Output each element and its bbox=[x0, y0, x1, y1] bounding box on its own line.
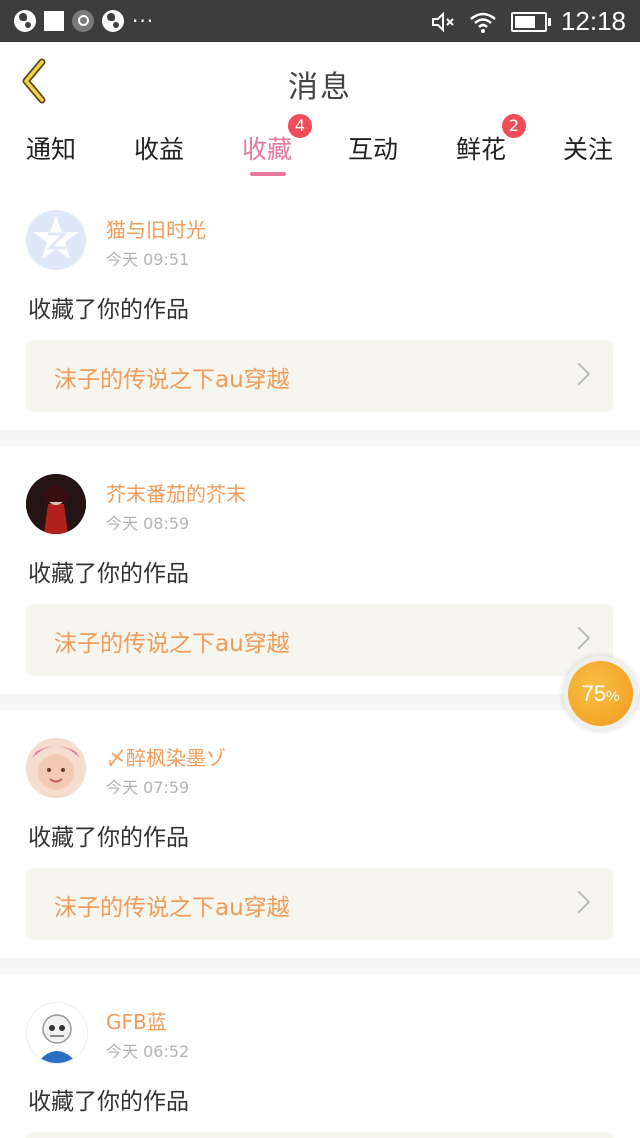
tab-active-indicator bbox=[250, 172, 286, 176]
tab-favorites[interactable]: 收藏 bbox=[242, 130, 292, 166]
avatar[interactable] bbox=[26, 210, 86, 270]
chevron-right-icon bbox=[567, 626, 591, 650]
avatar[interactable] bbox=[26, 1002, 88, 1064]
message-card: 芥末番茄的芥末 今天 08:59 收藏了你的作品 沫子的传说之下au穿越 bbox=[0, 446, 640, 694]
tab-notifications[interactable]: 通知 bbox=[26, 130, 76, 166]
status-bar: ··· 12:18 bbox=[0, 0, 640, 42]
message-card: 〆醉枫染墨ゾ 今天 07:59 收藏了你的作品 沫子的传说之下au穿越 bbox=[0, 710, 640, 958]
character-avatar-icon bbox=[26, 474, 86, 534]
message-card: GFB蓝 今天 06:52 收藏了你的作品 bbox=[0, 974, 640, 1138]
action-text: 收藏了你的作品 bbox=[28, 561, 189, 587]
wifi-icon bbox=[470, 12, 496, 33]
more-notifications-icon: ··· bbox=[132, 9, 155, 33]
message-time: 今天 07:59 bbox=[106, 778, 190, 797]
browser-globe-icon bbox=[102, 10, 124, 32]
action-text: 收藏了你的作品 bbox=[28, 825, 189, 851]
title-bar: 消息 bbox=[0, 42, 640, 121]
floating-progress-button[interactable]: 75% bbox=[563, 656, 638, 731]
divider bbox=[0, 694, 640, 710]
user-name[interactable]: 猫与旧时光 bbox=[106, 214, 206, 243]
divider bbox=[0, 958, 640, 974]
chevron-right-icon bbox=[567, 890, 591, 914]
star-avatar-icon bbox=[33, 216, 79, 259]
tab-earnings[interactable]: 收益 bbox=[134, 130, 184, 166]
work-title: 沫子的传说之下au穿越 bbox=[54, 367, 290, 393]
work-link[interactable]: 沫子的传说之下au穿越 bbox=[26, 604, 613, 676]
globe-icon bbox=[14, 10, 36, 32]
tab-follows[interactable]: 关注 bbox=[563, 130, 613, 166]
action-text: 收藏了你的作品 bbox=[28, 297, 189, 323]
message-time: 今天 08:59 bbox=[106, 514, 190, 533]
user-name[interactable]: GFB蓝 bbox=[106, 1006, 167, 1035]
work-title: 沫子的传说之下au穿越 bbox=[54, 631, 290, 657]
divider bbox=[0, 430, 640, 446]
battery-icon bbox=[510, 11, 551, 32]
message-time: 今天 09:51 bbox=[106, 250, 190, 269]
tab-interactions[interactable]: 互动 bbox=[348, 130, 398, 166]
chevron-right-icon bbox=[567, 362, 591, 386]
status-left-icons: ··· bbox=[14, 10, 154, 32]
status-time: 12:18 bbox=[560, 6, 626, 36]
status-right-icons: 12:18 bbox=[431, 6, 626, 37]
tab-bar: 通知 收益 收藏 互动 鲜花 关注 bbox=[0, 120, 640, 180]
flowers-badge: 2 bbox=[502, 114, 526, 138]
tab-flowers[interactable]: 鲜花 bbox=[456, 130, 506, 166]
skeleton-avatar-icon bbox=[27, 1003, 87, 1063]
mute-icon bbox=[431, 11, 454, 32]
progress-percent-sign: % bbox=[606, 688, 620, 705]
avatar[interactable] bbox=[26, 474, 86, 534]
page-title: 消息 bbox=[288, 70, 352, 105]
avatar[interactable] bbox=[26, 738, 86, 798]
baby-avatar-icon bbox=[26, 738, 86, 798]
progress-circle: 75% bbox=[568, 661, 633, 726]
progress-value: 75 bbox=[581, 681, 607, 706]
user-name[interactable]: 芥末番茄的芥末 bbox=[106, 478, 246, 507]
search-app-icon bbox=[72, 10, 94, 32]
work-link[interactable] bbox=[26, 1132, 613, 1138]
message-card: 猫与旧时光 今天 09:51 收藏了你的作品 沫子的传说之下au穿越 bbox=[0, 182, 640, 430]
notification-square-icon bbox=[44, 11, 64, 31]
work-link[interactable]: 沫子的传说之下au穿越 bbox=[26, 868, 613, 940]
user-name[interactable]: 〆醉枫染墨ゾ bbox=[106, 742, 226, 771]
work-title: 沫子的传说之下au穿越 bbox=[54, 895, 290, 921]
action-text: 收藏了你的作品 bbox=[28, 1089, 189, 1115]
favorites-badge: 4 bbox=[288, 114, 312, 138]
message-time: 今天 06:52 bbox=[106, 1042, 190, 1061]
work-link[interactable]: 沫子的传说之下au穿越 bbox=[26, 340, 613, 412]
